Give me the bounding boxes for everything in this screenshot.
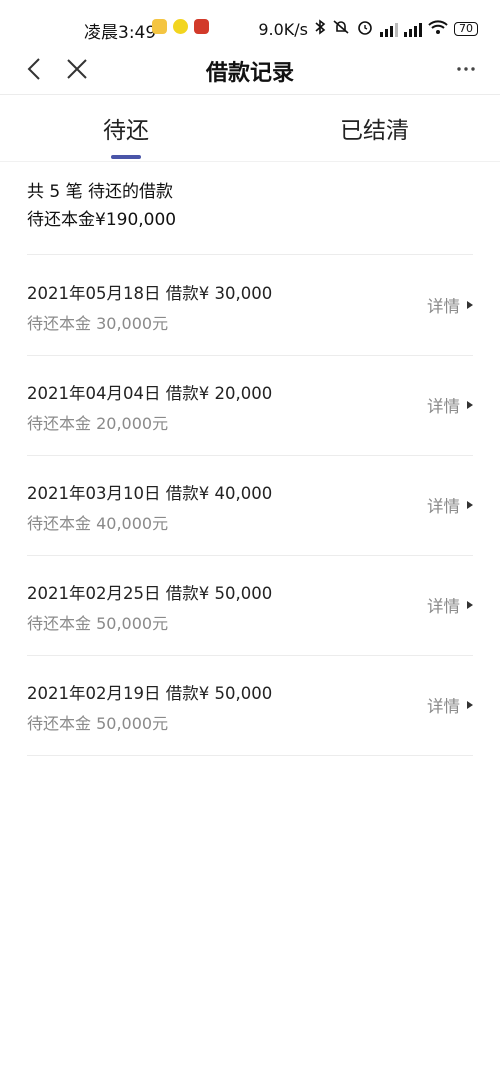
tab-settled[interactable]: 已结清: [340, 111, 409, 145]
caret-right-icon: [467, 701, 473, 709]
detail-label: 详情: [427, 297, 460, 316]
net-speed: 9.0K/s: [258, 19, 308, 39]
nav-bar: 借款记录: [0, 56, 500, 95]
loan-row[interactable]: 2021年02月25日 借款¥ 50,000 待还本金 50,000元 详情: [27, 555, 473, 656]
loan-remaining: 待还本金 30,000元: [27, 314, 169, 333]
pending-total: 待还本金¥190,000: [27, 210, 177, 230]
signal-2-icon: [404, 21, 422, 37]
detail-label: 详情: [427, 697, 460, 716]
loan-title: 2021年04月04日 借款¥ 20,000: [27, 384, 273, 403]
loan-summary: 共 5 笔 待还的借款 待还本金¥190,000: [27, 178, 473, 255]
tab-pending[interactable]: 待还: [103, 111, 149, 145]
pending-count: 共 5 笔 待还的借款: [27, 182, 174, 202]
loan-row[interactable]: 2021年05月18日 借款¥ 30,000 待还本金 30,000元 详情: [27, 255, 473, 356]
caret-right-icon: [467, 601, 473, 609]
page-title: 借款记录: [205, 61, 294, 86]
tab-bar: 待还 已结清: [0, 95, 500, 162]
status-indicators: 9.0K/s 70: [258, 18, 478, 40]
loan-row[interactable]: 2021年02月19日 借款¥ 50,000 待还本金 50,000元 详情: [27, 655, 473, 756]
loan-remaining: 待还本金 20,000元: [27, 414, 169, 433]
detail-label: 详情: [427, 597, 460, 616]
loan-remaining: 待还本金 50,000元: [27, 714, 169, 733]
status-bar: 凌晨3:49 9.0K/s 70: [0, 0, 500, 56]
wifi-icon: [428, 19, 448, 39]
active-tab-indicator: [111, 155, 141, 159]
bluetooth-icon: [314, 19, 326, 39]
red-app-icon: [194, 19, 209, 34]
detail-label: 详情: [427, 497, 460, 516]
loan-title: 2021年02月19日 借款¥ 50,000: [27, 684, 273, 703]
loan-row[interactable]: 2021年03月10日 借款¥ 40,000 待还本金 40,000元 详情: [27, 455, 473, 556]
caret-right-icon: [467, 301, 473, 309]
circle-app-icon: [173, 19, 188, 34]
detail-link[interactable]: 详情: [427, 593, 473, 617]
loan-row[interactable]: 2021年04月04日 借款¥ 20,000 待还本金 20,000元 详情: [27, 355, 473, 456]
loan-remaining: 待还本金 40,000元: [27, 514, 169, 533]
signal-1-icon: [380, 21, 398, 37]
detail-link[interactable]: 详情: [427, 693, 473, 717]
detail-label: 详情: [427, 397, 460, 416]
loan-title: 2021年03月10日 借款¥ 40,000: [27, 484, 273, 503]
detail-link[interactable]: 详情: [427, 293, 473, 317]
status-time: 凌晨3:49: [84, 23, 157, 43]
loan-title: 2021年05月18日 借款¥ 30,000: [27, 284, 273, 303]
more-dots-icon[interactable]: [454, 56, 478, 82]
mute-icon: [332, 19, 350, 39]
detail-link[interactable]: 详情: [427, 393, 473, 417]
detail-link[interactable]: 详情: [427, 493, 473, 517]
loan-title: 2021年02月25日 借款¥ 50,000: [27, 584, 273, 603]
notes-app-icon: [152, 19, 167, 34]
loan-remaining: 待还本金 50,000元: [27, 614, 169, 633]
caret-right-icon: [467, 501, 473, 509]
status-app-icons: [152, 19, 209, 34]
caret-right-icon: [467, 401, 473, 409]
alarm-icon: [356, 18, 374, 40]
battery-icon: 70: [454, 22, 478, 36]
